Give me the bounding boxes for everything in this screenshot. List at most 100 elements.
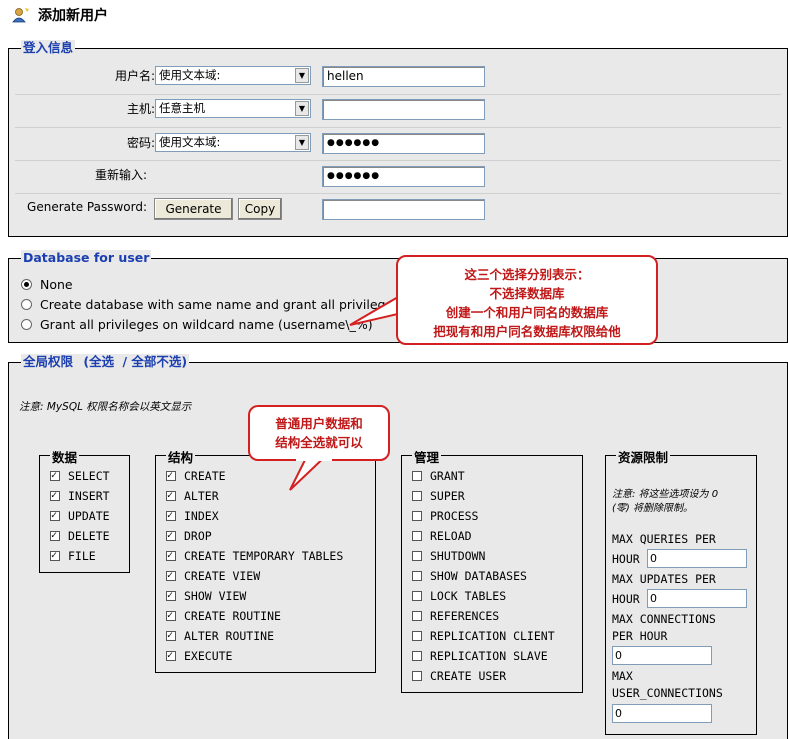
- priv-grant[interactable]: GRANT: [412, 469, 465, 483]
- generated-password-input[interactable]: [322, 199, 485, 220]
- username-mode-value: 使用文本域:: [159, 68, 221, 82]
- copy-button[interactable]: Copy: [238, 198, 282, 220]
- priv-replication-client[interactable]: REPLICATION CLIENT: [412, 629, 555, 643]
- priv-label: LOCK TABLES: [430, 589, 507, 603]
- checkbox-checked-icon: [166, 469, 176, 483]
- priv-file[interactable]: FILE: [50, 549, 96, 563]
- host-label: 主机:: [126, 102, 155, 116]
- data-group-legend: 数据: [50, 447, 80, 466]
- login-info-fieldset: 登入信息 用户名: 使用文本域: ▼ hellen 主机: 任意主机 ▼ 密码:…: [8, 40, 788, 237]
- priv-create-view[interactable]: CREATE VIEW: [166, 569, 260, 583]
- priv-label: CREATE USER: [430, 669, 507, 683]
- checkbox-icon: [412, 630, 422, 641]
- max-user-connections-label: MAX: [612, 669, 633, 683]
- max-user-connections-input[interactable]: 0: [612, 704, 712, 723]
- priv-show-databases[interactable]: SHOW DATABASES: [412, 569, 527, 583]
- password-input[interactable]: ●●●●●●: [322, 133, 485, 154]
- priv-label: INDEX: [184, 509, 219, 523]
- row-divider: [15, 193, 781, 194]
- row-divider: [15, 160, 781, 161]
- checkbox-icon: [412, 470, 422, 481]
- structure-group-legend: 结构: [166, 447, 196, 466]
- priv-process[interactable]: PROCESS: [412, 509, 478, 523]
- checkbox-checked-icon: [50, 549, 60, 563]
- priv-lock-tables[interactable]: LOCK TABLES: [412, 589, 506, 603]
- priv-drop[interactable]: DROP: [166, 529, 212, 543]
- db-option-label: Grant all privileges on wildcard name (u…: [40, 317, 373, 332]
- checkbox-checked-icon: [166, 489, 176, 503]
- priv-delete[interactable]: DELETE: [50, 529, 110, 543]
- deselect-all-link[interactable]: 全部不选): [131, 354, 187, 369]
- callout-line: 创建一个和用户同名的数据库: [445, 305, 609, 320]
- priv-super[interactable]: SUPER: [412, 489, 465, 503]
- max-queries-input[interactable]: 0: [647, 549, 747, 568]
- db-option-grant-wildcard[interactable]: Grant all privileges on wildcard name (u…: [21, 317, 373, 333]
- radio-selected-icon: [21, 279, 32, 290]
- username-mode-select[interactable]: 使用文本域: ▼: [155, 66, 311, 85]
- checkbox-checked-icon: [166, 569, 176, 583]
- priv-alter-routine[interactable]: ALTER ROUTINE: [166, 629, 274, 643]
- priv-index[interactable]: INDEX: [166, 509, 219, 523]
- priv-alter[interactable]: ALTER: [166, 489, 219, 503]
- host-select[interactable]: 任意主机 ▼: [155, 99, 311, 118]
- priv-label: RELOAD: [430, 529, 472, 543]
- retype-label: 重新输入:: [94, 168, 147, 182]
- user-add-icon: [12, 6, 30, 24]
- priv-create-routine[interactable]: CREATE ROUTINE: [166, 609, 281, 623]
- retype-password-input[interactable]: ●●●●●●: [322, 166, 485, 187]
- priv-create-temporary-tables[interactable]: CREATE TEMPORARY TABLES: [166, 549, 343, 563]
- priv-label: CREATE: [184, 469, 226, 483]
- checkbox-checked-icon: [166, 609, 176, 623]
- priv-update[interactable]: UPDATE: [50, 509, 110, 523]
- radio-icon: [21, 299, 32, 310]
- row-divider: [15, 127, 781, 128]
- priv-label: CREATE TEMPORARY TABLES: [184, 549, 344, 563]
- priv-create-user[interactable]: CREATE USER: [412, 669, 506, 683]
- checkbox-checked-icon: [50, 509, 60, 523]
- username-label: 用户名:: [114, 69, 155, 83]
- password-mode-select[interactable]: 使用文本域: ▼: [155, 133, 311, 152]
- priv-show-view[interactable]: SHOW VIEW: [166, 589, 246, 603]
- password-label: 密码:: [126, 136, 155, 150]
- priv-label: DROP: [184, 529, 212, 543]
- max-updates-label-hour: HOUR: [612, 592, 640, 606]
- priv-select[interactable]: SELECT: [50, 469, 110, 483]
- priv-reload[interactable]: RELOAD: [412, 529, 472, 543]
- priv-label: ALTER ROUTINE: [184, 629, 275, 643]
- priv-label: REPLICATION CLIENT: [430, 629, 555, 643]
- checkbox-checked-icon: [166, 529, 176, 543]
- checkbox-checked-icon: [166, 509, 176, 523]
- priv-replication-slave[interactable]: REPLICATION SLAVE: [412, 649, 548, 663]
- priv-create[interactable]: CREATE: [166, 469, 226, 483]
- priv-label: ALTER: [184, 489, 219, 503]
- db-option-none[interactable]: None: [21, 277, 73, 293]
- priv-execute[interactable]: EXECUTE: [166, 649, 232, 663]
- host-input[interactable]: [322, 99, 485, 120]
- priv-references[interactable]: REFERENCES: [412, 609, 499, 623]
- generate-button[interactable]: Generate: [154, 198, 233, 220]
- priv-label: SHUTDOWN: [430, 549, 486, 563]
- max-updates-input[interactable]: 0: [647, 589, 747, 608]
- priv-label: SHOW DATABASES: [430, 569, 527, 583]
- callout-pointer-cover: [398, 298, 412, 320]
- database-options-callout: 这三个选择分别表示： 不选择数据库 创建一个和用户同名的数据库 把现有和用户同名…: [396, 255, 658, 345]
- admin-privileges-group: 管理 GRANT SUPER PROCESS RELOAD SHUTDOWN S…: [401, 447, 583, 693]
- priv-label: CREATE VIEW: [184, 569, 261, 583]
- username-input[interactable]: hellen: [322, 66, 485, 87]
- global-privileges-fieldset: 全局权限 (全选 / 全部不选) 注意: MySQL 权限名称会以英文显示 数据…: [8, 354, 788, 739]
- limits-note-line: 注意: 将这些选项设为 0: [612, 489, 719, 500]
- priv-shutdown[interactable]: SHUTDOWN: [412, 549, 485, 563]
- priv-insert[interactable]: INSERT: [50, 489, 110, 503]
- callout-line: 不选择数据库: [489, 286, 565, 301]
- max-connections-input[interactable]: 0: [612, 646, 712, 665]
- priv-label: REFERENCES: [430, 609, 500, 623]
- select-all-link[interactable]: (全选: [83, 354, 114, 369]
- priv-label: PROCESS: [430, 509, 479, 523]
- chevron-down-icon: ▼: [295, 135, 309, 150]
- priv-label: GRANT: [430, 469, 465, 483]
- callout-line: 结构全选就可以: [275, 435, 363, 450]
- max-user-connections-label-2: USER_CONNECTIONS: [612, 686, 723, 700]
- checkbox-checked-icon: [50, 529, 60, 543]
- checkbox-icon: [412, 670, 422, 681]
- host-mode-value: 任意主机: [159, 101, 205, 115]
